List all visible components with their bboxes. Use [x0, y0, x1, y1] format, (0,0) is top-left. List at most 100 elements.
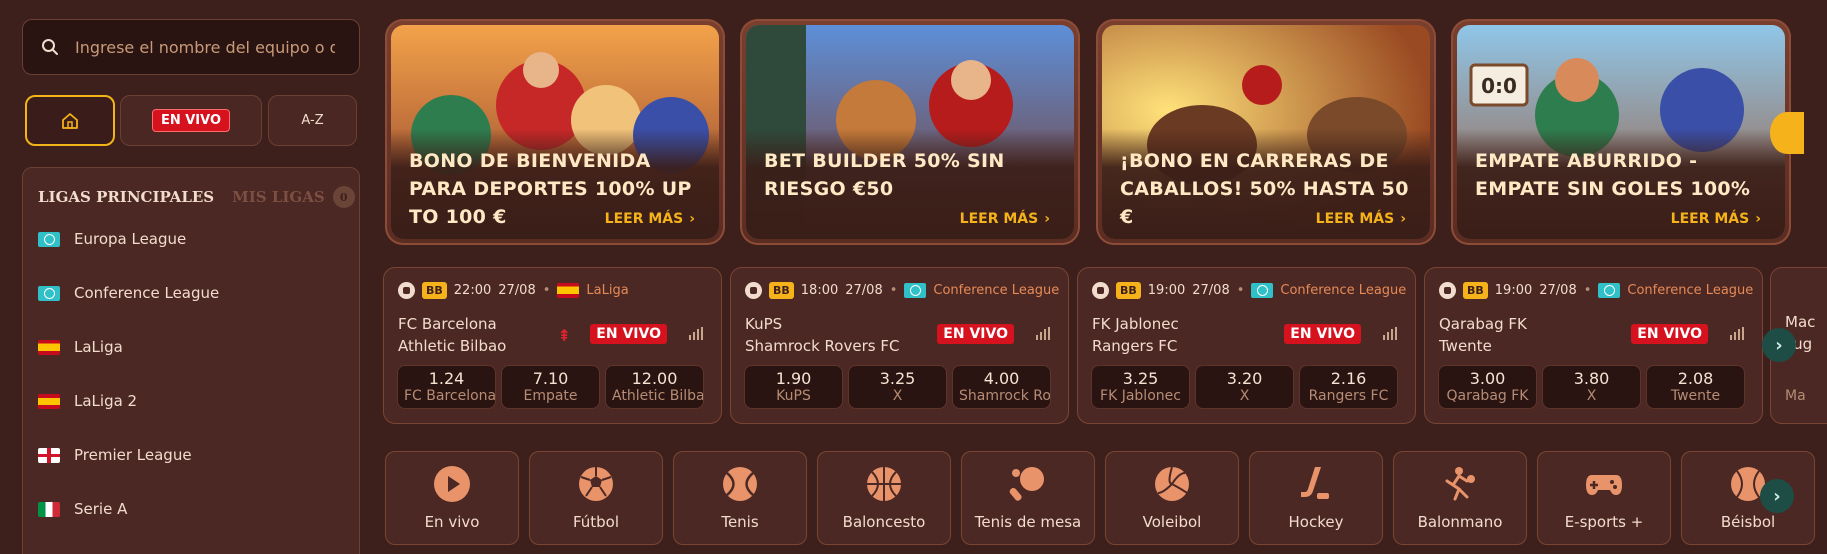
tab-my-leagues[interactable]: MIS LIGAS 0 — [232, 186, 355, 208]
home-filter-button[interactable] — [25, 95, 115, 146]
odds-label: Athletic Bilbao — [612, 388, 703, 404]
match-card[interactable]: BB 19:00 27/08 • Conference League FK Ja… — [1077, 267, 1416, 424]
sport-baseball[interactable]: Béisbol — [1681, 451, 1815, 545]
league-item-europa-league[interactable]: Europa League — [23, 212, 359, 266]
live-badge: EN VIVO — [1631, 324, 1708, 344]
read-more-link[interactable]: LEER MÁS › — [1316, 211, 1406, 227]
league-item-premier-league[interactable]: Premier League — [23, 428, 359, 482]
search-box[interactable] — [22, 19, 360, 75]
tab-main-leagues[interactable]: LIGAS PRINCIPALES — [38, 188, 214, 206]
world-flag-icon — [1598, 283, 1621, 298]
stats-icon[interactable] — [1036, 327, 1050, 340]
odds-value: 3.20 — [1226, 369, 1263, 388]
promo-card-welcome-bonus[interactable]: BONO DE BIENVENIDA PARA DEPORTES 100% UP… — [385, 19, 725, 245]
soccer-ball-icon — [1092, 282, 1109, 299]
match-card[interactable]: BB 19:00 27/08 • Conference League Qarab… — [1424, 267, 1763, 424]
odds-button-draw[interactable]: 3.20 X — [1195, 365, 1294, 409]
promo-card-bet-builder[interactable]: BET BUILDER 50% SIN RIESGO €50 LEER MÁS … — [740, 19, 1080, 245]
odds-label: X — [1586, 388, 1597, 404]
promo-next-arrow[interactable] — [1770, 112, 1804, 154]
sports-next-button[interactable]: › — [1760, 479, 1794, 513]
match-date: 27/08 — [498, 283, 536, 298]
volleyball-icon — [1155, 466, 1189, 501]
soccer-ball-icon — [745, 282, 762, 299]
live-badge: EN VIVO — [937, 324, 1014, 344]
odds-value: 4.00 — [983, 369, 1020, 388]
soccer-ball-icon — [579, 467, 613, 501]
home-team: FC Barcelona — [398, 315, 497, 333]
stats-icon[interactable] — [1383, 327, 1397, 340]
sport-live[interactable]: En vivo — [385, 451, 519, 545]
sport-esports[interactable]: E-sports + — [1537, 451, 1671, 545]
bet-builder-badge: BB — [422, 282, 447, 299]
home-team: Mac — [1785, 313, 1816, 331]
promo-title: EMPATE ABURRIDO - EMPATE SIN GOLES 100% — [1475, 150, 1751, 200]
read-more-link[interactable]: LEER MÁS › — [605, 211, 695, 227]
read-more-label: LEER MÁS — [959, 211, 1039, 227]
bet-builder-badge: BB — [1116, 282, 1141, 299]
live-filter-button[interactable]: EN VIVO — [120, 95, 262, 146]
leagues-panel: LIGAS PRINCIPALES MIS LIGAS 0 Europa Lea… — [22, 167, 360, 554]
promo-card-horse-racing-bonus[interactable]: ¡BONO EN CARRERAS DE CABALLOS! 50% HASTA… — [1096, 19, 1436, 245]
sport-label: Tenis — [721, 513, 759, 531]
match-time: 22:00 — [453, 283, 492, 298]
az-filter-button[interactable]: A-Z — [268, 95, 357, 146]
match-time: 18:00 — [800, 283, 839, 298]
league-item-serie-a[interactable]: Serie A — [23, 482, 359, 536]
league-item-conference-league[interactable]: Conference League — [23, 266, 359, 320]
odds-value: 2.08 — [1677, 369, 1714, 388]
league-item-laliga-2[interactable]: LaLiga 2 — [23, 374, 359, 428]
match-time: 19:00 — [1147, 283, 1186, 298]
odds-button-away[interactable]: 4.00Shamrock Rovers FC — [952, 365, 1051, 409]
odds-button-draw[interactable]: 7.10 Empate — [501, 365, 600, 409]
promo-title: BET BUILDER 50% SIN RIESGO €50 — [764, 150, 1005, 200]
sport-volleyball[interactable]: Voleibol — [1105, 451, 1239, 545]
sport-handball[interactable]: Balonmano — [1393, 451, 1527, 545]
sport-label: Tenis de mesa — [974, 513, 1082, 531]
odds-button-away[interactable]: 12.00Athletic Bilbao — [605, 365, 704, 409]
odds-button-away[interactable]: 2.08 Twente — [1646, 365, 1745, 409]
sport-table-tennis[interactable]: Tenis de mesa — [961, 451, 1095, 545]
odds-button-home[interactable]: 1.90 KuPS — [744, 365, 843, 409]
home-team: KuPS — [745, 315, 783, 333]
read-more-link[interactable]: LEER MÁS › — [960, 211, 1050, 227]
match-card[interactable]: BB 22:00 27/08 • LaLiga FC Barcelona Ath… — [383, 267, 722, 424]
odds-button-away[interactable]: 2.16 Rangers FC — [1299, 365, 1398, 409]
odds-button-draw[interactable]: 3.80 X — [1542, 365, 1641, 409]
chevron-right-icon: › — [1773, 485, 1781, 507]
odds-button-draw[interactable]: 3.25 X — [848, 365, 947, 409]
sport-football[interactable]: Fútbol — [529, 451, 663, 545]
read-more-label: LEER MÁS — [604, 211, 684, 227]
odds-button-home[interactable]: 3.00 Qarabag FK — [1438, 365, 1537, 409]
search-input[interactable] — [75, 37, 335, 57]
world-flag-icon — [38, 231, 60, 247]
matches-next-button[interactable]: › — [1762, 328, 1796, 362]
away-team: Rangers FC — [1092, 337, 1178, 355]
sport-basketball[interactable]: Baloncesto — [817, 451, 951, 545]
odds-button-home[interactable]: 1.24 FC Barcelona — [397, 365, 496, 409]
stats-icon[interactable] — [1730, 327, 1744, 340]
away-team: Twente — [1439, 337, 1492, 355]
separator-dot: • — [1583, 283, 1592, 298]
read-more-link[interactable]: LEER MÁS › — [1671, 211, 1761, 227]
odds-value: 3.25 — [1122, 369, 1159, 388]
match-league: LaLiga — [586, 283, 629, 298]
league-item-label: Conference League — [74, 284, 220, 302]
italy-flag-icon — [38, 501, 60, 517]
stats-icon[interactable] — [689, 327, 703, 340]
chevron-right-icon: › — [1755, 211, 1761, 227]
separator-dot: • — [889, 283, 898, 298]
away-team: Athletic Bilbao — [398, 337, 507, 355]
match-card[interactable]: BB 18:00 27/08 • Conference League KuPS … — [730, 267, 1069, 424]
sport-hockey[interactable]: Hockey — [1249, 451, 1383, 545]
match-league: Conference League — [1280, 283, 1407, 298]
odds-label: KuPS — [776, 388, 811, 404]
promo-card-boring-draw[interactable]: 0:0 EMPATE ABURRIDO - EMPATE SIN GOLES 1… — [1451, 19, 1791, 245]
england-flag-icon — [38, 447, 60, 463]
odds-label: Twente — [1670, 388, 1721, 404]
sport-tennis[interactable]: Tenis — [673, 451, 807, 545]
odds-label: Qarabag FK — [1446, 388, 1529, 404]
league-item-laliga[interactable]: LaLiga — [23, 320, 359, 374]
chevron-right-icon: › — [689, 211, 695, 227]
odds-button-home[interactable]: 3.25 FK Jablonec — [1091, 365, 1190, 409]
